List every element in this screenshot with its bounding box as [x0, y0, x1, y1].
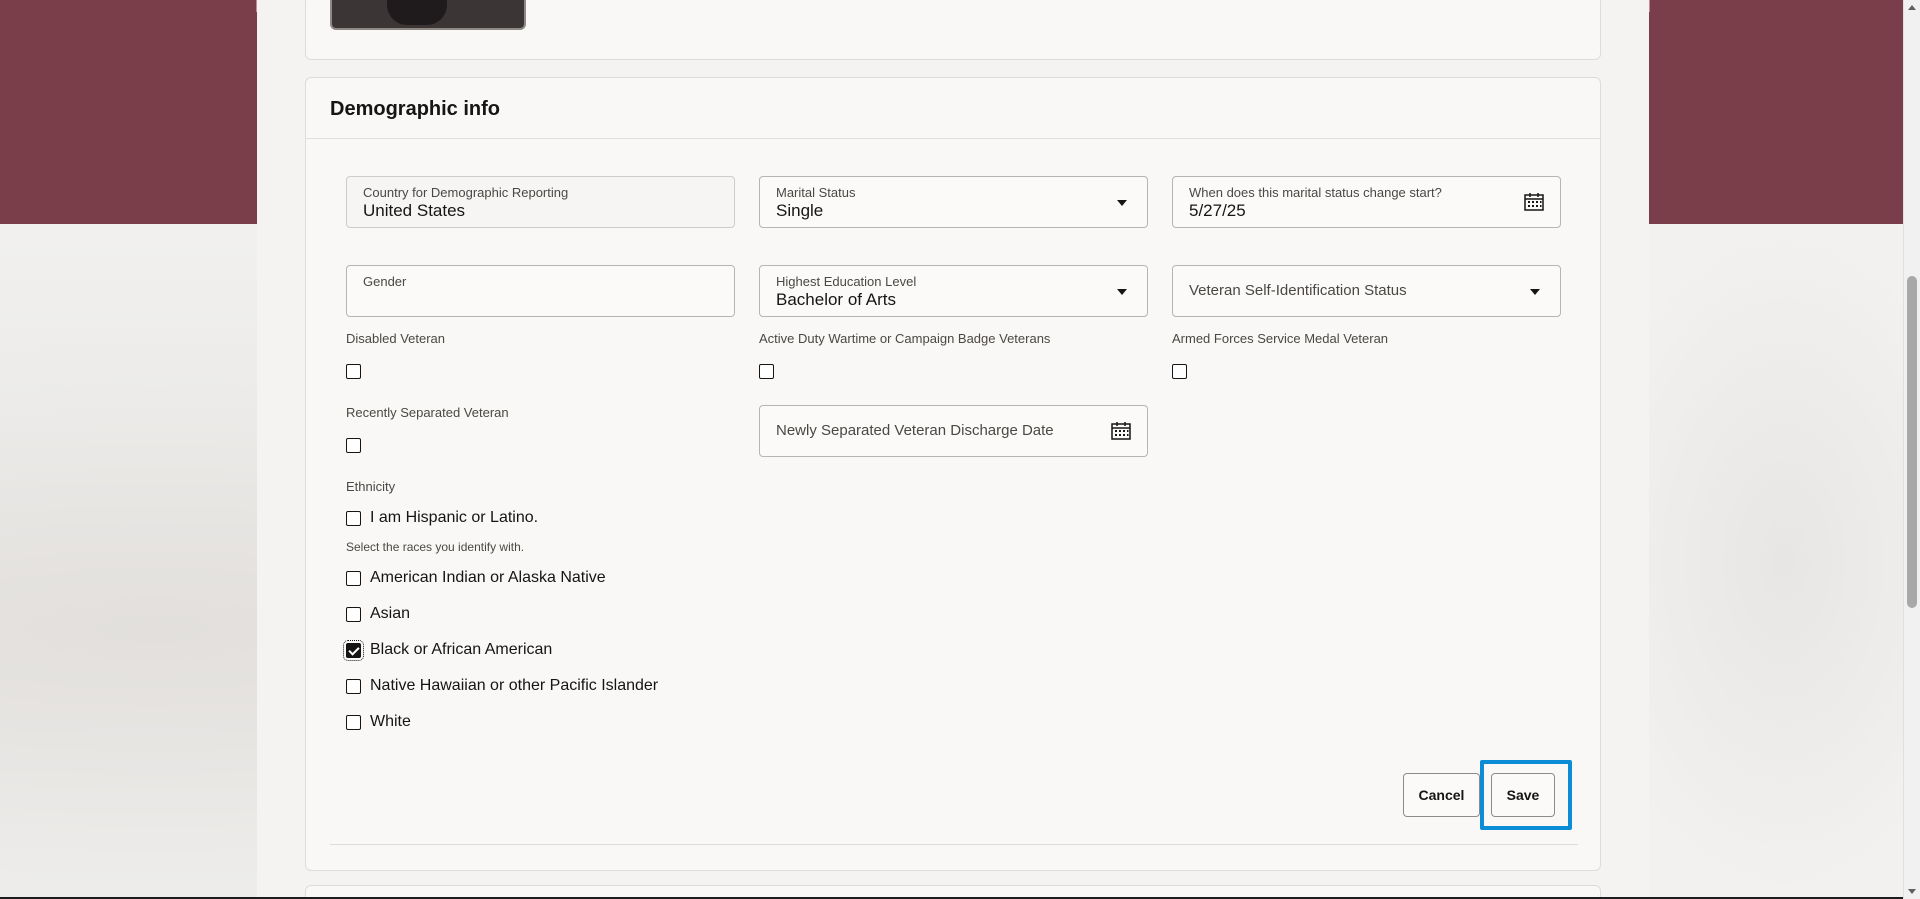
armed-forces-medal-checkbox[interactable] — [1172, 364, 1187, 379]
gender-label: Gender — [363, 274, 407, 289]
race-label: Black or African American — [370, 641, 553, 658]
race-checkbox-checked[interactable] — [343, 639, 364, 661]
disabled-veteran-label: Disabled Veteran — [346, 331, 446, 346]
main-content: Demographic info Country for Demographic… — [257, 0, 1649, 899]
country-label: Country for Demographic Reporting — [363, 185, 569, 200]
veteran-status-placeholder: Veteran Self-Identification Status — [1189, 282, 1407, 299]
ethnicity-label: Ethnicity — [346, 479, 396, 494]
armed-forces-medal-label: Armed Forces Service Medal Veteran — [1172, 331, 1389, 346]
race-option-asian[interactable]: Asian — [346, 605, 410, 623]
demographic-info-card: Demographic info Country for Demographic… — [305, 77, 1601, 871]
race-option-white[interactable]: White — [346, 713, 411, 731]
race-label: White — [370, 713, 411, 730]
cancel-button[interactable]: Cancel — [1403, 773, 1480, 817]
scroll-up-icon[interactable] — [1908, 5, 1916, 10]
marital-start-label: When does this marital status change sta… — [1189, 185, 1442, 200]
marital-start-value: 5/27/25 — [1189, 201, 1246, 220]
recently-separated-label: Recently Separated Veteran — [346, 405, 509, 420]
save-button[interactable]: Save — [1491, 773, 1555, 817]
race-option-native-hawaiian[interactable]: Native Hawaiian or other Pacific Islande… — [346, 677, 658, 695]
hispanic-option[interactable]: I am Hispanic or Latino. — [346, 509, 538, 527]
recently-separated-checkbox[interactable] — [346, 438, 361, 453]
profile-photo — [330, 0, 526, 30]
education-level-select[interactable]: Highest Education Level Bachelor of Arts — [759, 265, 1148, 317]
race-label: Asian — [370, 605, 411, 622]
country-field[interactable]: Country for Demographic Reporting United… — [346, 176, 735, 228]
veteran-status-select[interactable]: Veteran Self-Identification Status — [1172, 265, 1561, 317]
card-header: Demographic info — [306, 78, 1600, 139]
discharge-date-placeholder: Newly Separated Veteran Discharge Date — [776, 422, 1054, 439]
races-prompt: Select the races you identify with. — [346, 540, 525, 554]
calendar-icon[interactable] — [1524, 192, 1544, 211]
active-duty-checkbox[interactable] — [759, 364, 774, 379]
marital-status-value: Single — [776, 201, 824, 220]
footer-divider — [330, 844, 1578, 845]
vertical-scrollbar[interactable] — [1903, 0, 1920, 899]
scrollbar-thumb[interactable] — [1907, 276, 1917, 608]
chevron-down-icon[interactable] — [1117, 289, 1127, 295]
disabled-veteran-checkbox[interactable] — [346, 364, 361, 379]
country-value: United States — [363, 201, 466, 220]
active-duty-label: Active Duty Wartime or Campaign Badge Ve… — [759, 331, 1051, 346]
hispanic-label: I am Hispanic or Latino. — [370, 509, 539, 526]
race-checkbox[interactable] — [346, 606, 361, 622]
race-checkbox[interactable] — [346, 570, 361, 586]
education-label: Highest Education Level — [776, 274, 917, 289]
previous-section-card — [305, 0, 1601, 60]
marital-status-select[interactable]: Marital Status Single — [759, 176, 1148, 228]
scroll-down-icon[interactable] — [1908, 889, 1916, 894]
race-label: Native Hawaiian or other Pacific Islande… — [370, 677, 659, 694]
hispanic-checkbox[interactable] — [346, 510, 361, 526]
education-value: Bachelor of Arts — [776, 290, 897, 309]
race-checkbox[interactable] — [346, 678, 361, 694]
race-option-black[interactable]: Black or African American — [343, 639, 553, 661]
chevron-down-icon[interactable] — [1117, 200, 1127, 206]
discharge-date-field[interactable]: Newly Separated Veteran Discharge Date — [759, 405, 1148, 457]
section-title: Demographic info — [330, 98, 501, 120]
race-label: American Indian or Alaska Native — [370, 569, 606, 586]
chevron-down-icon[interactable] — [1530, 289, 1540, 295]
gender-select[interactable]: Gender — [346, 265, 735, 317]
calendar-icon[interactable] — [1111, 421, 1131, 440]
marital-status-label: Marital Status — [776, 185, 856, 200]
race-option-american-indian[interactable]: American Indian or Alaska Native — [346, 569, 606, 587]
marital-start-date-field[interactable]: When does this marital status change sta… — [1172, 176, 1561, 228]
race-checkbox[interactable] — [346, 714, 361, 730]
